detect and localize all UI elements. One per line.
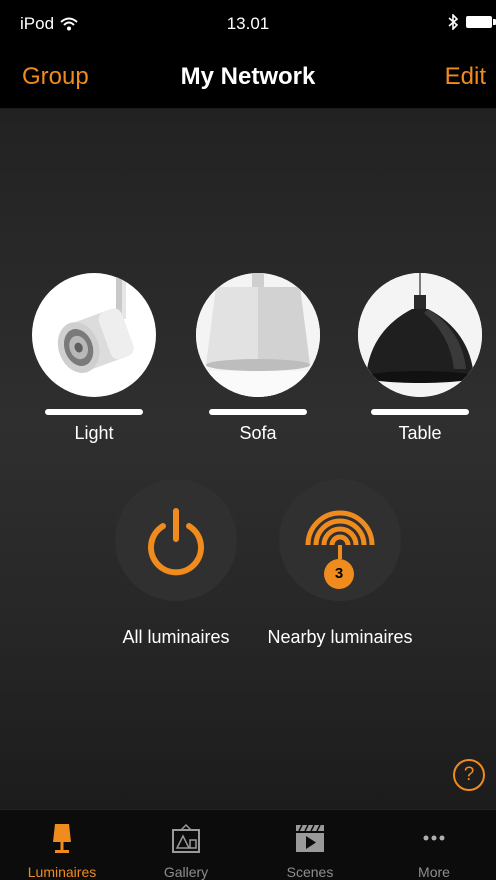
power-icon bbox=[148, 508, 204, 576]
bluetooth-icon bbox=[448, 14, 458, 30]
tab-scenes[interactable]: Scenes bbox=[248, 810, 372, 880]
spotlight-icon bbox=[32, 273, 156, 397]
tab-luminaires[interactable]: Luminaires bbox=[0, 810, 124, 880]
luminaire-label: Light bbox=[74, 423, 114, 443]
tab-bar: Luminaires Gallery Scenes More bbox=[0, 809, 496, 880]
luminaire-label: Sofa bbox=[239, 423, 277, 443]
nearby-luminaires-button[interactable]: 3 Nearby luminaires bbox=[252, 479, 428, 648]
gallery-icon bbox=[172, 823, 200, 853]
luminaire-level-bar bbox=[45, 409, 143, 415]
luminaire-label: Table bbox=[398, 423, 442, 443]
page-title: My Network bbox=[180, 63, 316, 90]
nearby-count-badge: 3 bbox=[324, 559, 354, 589]
tab-label: Luminaires bbox=[27, 864, 97, 880]
luminaire-light[interactable]: Light bbox=[30, 273, 158, 444]
status-time: 13.01 bbox=[226, 14, 270, 33]
ellipsis-icon bbox=[423, 835, 445, 841]
luminaire-level-bar bbox=[209, 409, 307, 415]
drum-pendant-icon bbox=[196, 273, 320, 397]
tab-label: Scenes bbox=[286, 864, 334, 880]
luminaire-level-bar bbox=[371, 409, 469, 415]
dome-pendant-icon bbox=[358, 273, 482, 397]
all-luminaires-button[interactable]: All luminaires bbox=[88, 479, 264, 648]
tab-label: Gallery bbox=[163, 864, 209, 880]
status-right bbox=[448, 14, 496, 30]
status-bar: iPod 13.01 bbox=[0, 0, 496, 46]
all-luminaires-label: All luminaires bbox=[122, 627, 230, 647]
nearby-luminaires-circle: 3 bbox=[279, 479, 401, 601]
battery-icon bbox=[466, 16, 496, 28]
navigation-bar: Group My Network Edit bbox=[0, 46, 496, 109]
help-button[interactable]: ? bbox=[453, 759, 485, 791]
tab-gallery[interactable]: Gallery bbox=[124, 810, 248, 880]
tab-label: More bbox=[418, 864, 450, 880]
tab-more[interactable]: More bbox=[372, 810, 496, 880]
clapperboard-icon bbox=[296, 824, 324, 852]
luminaire-table[interactable]: Table bbox=[356, 273, 484, 444]
all-luminaires-circle bbox=[115, 479, 237, 601]
luminaire-network-view: Light Sofa Table All luminaires 3 Nearby… bbox=[0, 109, 496, 809]
edit-button[interactable]: Edit bbox=[445, 63, 486, 91]
luminaire-sofa[interactable]: Sofa bbox=[194, 273, 322, 444]
luminaire-icon bbox=[53, 824, 71, 853]
nearby-luminaires-label: Nearby luminaires bbox=[267, 627, 413, 647]
